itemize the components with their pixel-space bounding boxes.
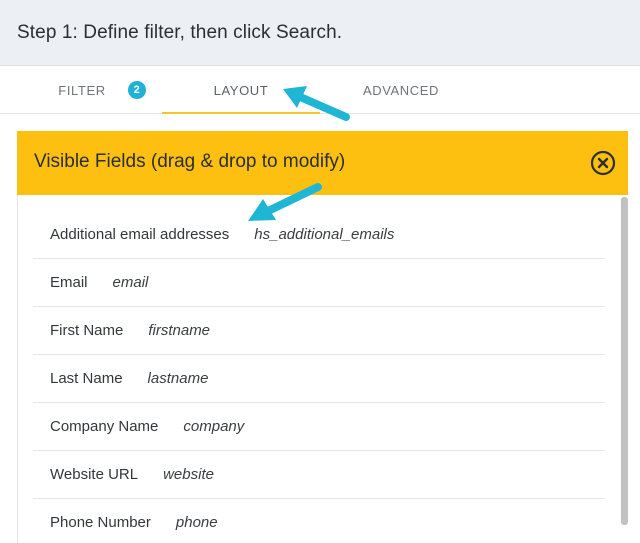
field-row-additional-emails[interactable]: Additional email addresses hs_additional… bbox=[33, 211, 605, 259]
step-header: Step 1: Define filter, then click Search… bbox=[0, 0, 640, 66]
field-row-email[interactable]: Email email bbox=[33, 259, 605, 307]
field-key: website bbox=[163, 466, 214, 483]
field-label: Phone Number bbox=[50, 514, 151, 531]
field-row-last-name[interactable]: Last Name lastname bbox=[33, 355, 605, 403]
field-key: hs_additional_emails bbox=[254, 226, 395, 243]
field-key: phone bbox=[175, 514, 218, 531]
visible-fields-list-container: Additional email addresses hs_additional… bbox=[17, 195, 628, 543]
tab-filter-label: FILTER bbox=[58, 82, 106, 98]
field-row-phone-number[interactable]: Phone Number phone bbox=[33, 499, 605, 543]
tab-advanced[interactable]: ADVANCED bbox=[322, 66, 480, 114]
field-label: Last Name bbox=[50, 370, 123, 387]
visible-fields-header: Visible Fields (drag & drop to modify) bbox=[17, 131, 628, 195]
field-label: Additional email addresses bbox=[50, 226, 230, 243]
tab-layout-label: LAYOUT bbox=[213, 82, 269, 98]
field-label: Company Name bbox=[50, 418, 159, 435]
fields-scrollbar[interactable] bbox=[621, 197, 628, 525]
field-row-website-url[interactable]: Website URL website bbox=[33, 451, 605, 499]
visible-fields-list: Additional email addresses hs_additional… bbox=[33, 211, 605, 543]
tab-layout[interactable]: LAYOUT bbox=[162, 66, 320, 114]
field-key: company bbox=[183, 418, 245, 435]
tab-advanced-label: ADVANCED bbox=[362, 82, 440, 98]
field-row-company-name[interactable]: Company Name company bbox=[33, 403, 605, 451]
filter-count-badge: 2 bbox=[127, 81, 146, 99]
close-icon[interactable] bbox=[590, 150, 616, 176]
field-label: First Name bbox=[50, 322, 124, 339]
step-title: Step 1: Define filter, then click Search… bbox=[17, 22, 343, 43]
visible-fields-title: Visible Fields (drag & drop to modify) bbox=[34, 151, 346, 172]
tab-filter[interactable]: FILTER 2 bbox=[42, 66, 162, 114]
page: Step 1: Define filter, then click Search… bbox=[0, 0, 640, 543]
field-key: lastname bbox=[147, 370, 209, 387]
field-label: Website URL bbox=[50, 466, 139, 483]
field-row-first-name[interactable]: First Name firstname bbox=[33, 307, 605, 355]
field-key: firstname bbox=[148, 322, 211, 339]
field-label: Email bbox=[50, 274, 88, 291]
field-key: email bbox=[112, 274, 149, 291]
tab-bar: FILTER 2 LAYOUT ADVANCED bbox=[0, 66, 640, 114]
active-tab-indicator bbox=[162, 112, 320, 114]
